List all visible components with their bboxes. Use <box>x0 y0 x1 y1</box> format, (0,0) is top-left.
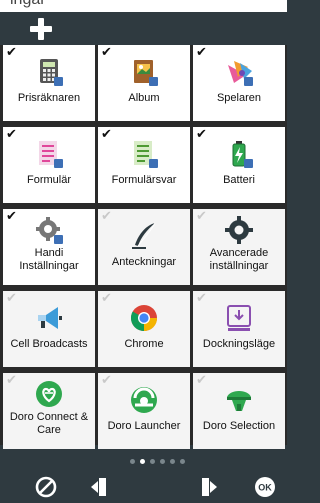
tile-label: Dockningsläge <box>202 338 276 350</box>
page-dot[interactable] <box>150 459 155 464</box>
chrome-icon <box>129 303 159 333</box>
calculator-icon <box>34 57 64 87</box>
checkmark-icon[interactable]: ✔ <box>101 128 115 142</box>
settings-gear-icon <box>34 215 64 245</box>
tile-formular[interactable]: ✔ Formulär <box>3 127 95 203</box>
checkmark-icon[interactable]: ✔ <box>101 374 115 388</box>
checkmark-icon[interactable]: ✔ <box>101 292 115 306</box>
page-dot[interactable] <box>180 459 185 464</box>
tile-chrome[interactable]: ✔ Chrome <box>98 291 190 367</box>
tile-dockningslage[interactable]: ✔ Dockningsläge <box>193 291 285 367</box>
checkmark-icon[interactable]: ✔ <box>196 46 210 60</box>
tile-batteri[interactable]: ✔ Batteri <box>193 127 285 203</box>
tile-avancerade-installningar[interactable]: ✔ Avancerade inställningar <box>193 209 285 285</box>
tile-label: Prisräknaren <box>17 92 81 104</box>
music-player-icon <box>224 57 254 87</box>
form-icon <box>34 139 64 169</box>
tile-spelaren[interactable]: ✔ Spelaren <box>193 45 285 121</box>
checkmark-icon[interactable]: ✔ <box>6 128 20 142</box>
tile-label-line1: Handi <box>34 247 64 259</box>
tile-label: Cell Broadcasts <box>10 338 88 350</box>
tile-album[interactable]: ✔ Album <box>98 45 190 121</box>
plus-icon[interactable] <box>28 16 54 42</box>
tile-prisraknaren[interactable]: ✔ Prisräknaren <box>3 45 95 121</box>
tile-anteckningar[interactable]: ✔ Anteckningar <box>98 209 190 285</box>
tile-label: Doro Launcher <box>107 420 181 432</box>
top-status-strip: ingar <box>0 0 287 12</box>
page-dot[interactable] <box>130 459 135 464</box>
tile-label: Formulärsvar <box>111 174 177 186</box>
tile-label-line1: Avancerade <box>209 247 269 259</box>
checkmark-icon[interactable]: ✔ <box>6 374 20 388</box>
checkmark-icon[interactable]: ✔ <box>196 292 210 306</box>
doro-launcher-icon <box>129 385 159 415</box>
move-left-icon[interactable] <box>86 475 110 499</box>
doro-selection-icon <box>224 385 254 415</box>
tile-label: Batteri <box>223 174 255 186</box>
tile-doro-selection[interactable]: ✔ Doro Selection <box>193 373 285 449</box>
tile-label: Spelaren <box>216 92 262 104</box>
docking-icon <box>224 303 254 333</box>
checkmark-icon[interactable]: ✔ <box>196 210 210 224</box>
checkmark-icon[interactable]: ✔ <box>6 292 20 306</box>
tile-handi-installningar[interactable]: ✔ Handi Inställningar <box>3 209 95 285</box>
tile-label: Handi Inställningar <box>3 247 95 273</box>
top-strip-text: ingar <box>10 0 46 9</box>
tile-label: Album <box>128 92 160 104</box>
tile-cell-broadcasts[interactable]: ✔ Cell Broadcasts <box>3 291 95 367</box>
advanced-gear-icon <box>224 215 254 245</box>
ok-icon-label: OK <box>258 483 272 493</box>
tile-label: Doro Selection <box>202 420 276 432</box>
photo-album-icon <box>129 57 159 87</box>
page-dot[interactable] <box>170 459 175 464</box>
megaphone-icon <box>34 303 64 333</box>
doro-connect-icon <box>34 379 64 409</box>
tile-label-line2: inställningar <box>209 260 269 272</box>
quill-pen-icon <box>129 221 159 251</box>
move-right-icon[interactable] <box>198 475 222 499</box>
ok-icon[interactable]: OK <box>253 475 277 499</box>
checkmark-icon[interactable]: ✔ <box>196 374 210 388</box>
page-dot-current[interactable] <box>140 459 145 464</box>
tile-doro-connect-care[interactable]: ✔ Doro Connect & Care <box>3 373 95 449</box>
form-answers-icon <box>129 139 159 169</box>
tile-label: Anteckningar <box>111 256 177 268</box>
page-dot[interactable] <box>160 459 165 464</box>
battery-icon <box>224 139 254 169</box>
checkmark-icon[interactable]: ✔ <box>6 46 20 60</box>
tile-label: Chrome <box>124 338 164 350</box>
tile-label: Formulär <box>26 174 71 186</box>
app-grid: ✔ Prisräknaren ✔ Album ✔ Spelaren ✔ Form… <box>0 45 287 449</box>
checkmark-icon[interactable]: ✔ <box>101 210 115 224</box>
tile-label-line2: Care <box>37 424 61 436</box>
tile-label: Doro Connect & Care <box>3 411 95 437</box>
checkmark-icon[interactable]: ✔ <box>196 128 210 142</box>
tile-label: Avancerade inställningar <box>193 247 285 273</box>
tile-label-line1: Doro Connect & <box>9 411 89 423</box>
no-entry-icon[interactable] <box>34 475 58 499</box>
checkmark-icon[interactable]: ✔ <box>101 46 115 60</box>
page-indicator <box>130 459 190 465</box>
tile-formularsvar[interactable]: ✔ Formulärsvar <box>98 127 190 203</box>
tile-doro-launcher[interactable]: ✔ Doro Launcher <box>98 373 190 449</box>
checkmark-icon[interactable]: ✔ <box>6 210 20 224</box>
bottom-toolbar: OK <box>0 471 287 503</box>
tile-label-line2: Inställningar <box>19 260 79 272</box>
